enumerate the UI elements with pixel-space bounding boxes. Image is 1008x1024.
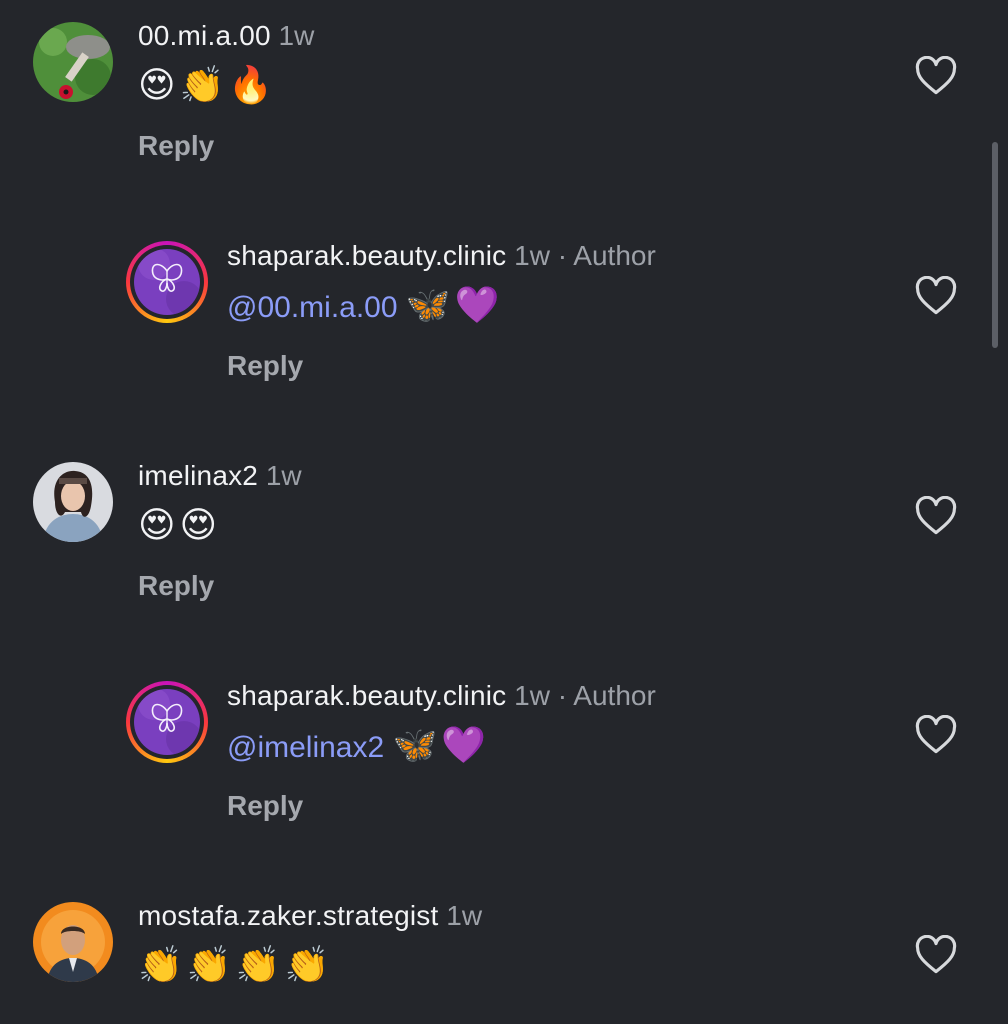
avatar[interactable] bbox=[126, 681, 208, 763]
author-badge: Author bbox=[573, 680, 656, 711]
mention-link[interactable]: @imelinax2 bbox=[227, 731, 384, 764]
timestamp: 1w bbox=[265, 460, 302, 491]
username[interactable]: 00.mi.a.00 bbox=[138, 20, 271, 51]
heart-icon[interactable] bbox=[915, 276, 957, 316]
separator: · bbox=[557, 680, 568, 711]
comment-text: 👏👏👏👏 bbox=[138, 944, 334, 985]
username[interactable]: imelinax2 bbox=[138, 460, 258, 491]
comment-text: 🦋💜 bbox=[405, 284, 504, 325]
butterfly-logo-icon bbox=[134, 249, 200, 315]
avatar[interactable] bbox=[33, 22, 113, 102]
separator: · bbox=[557, 240, 568, 271]
username[interactable]: shaparak.beauty.clinic bbox=[227, 240, 506, 271]
avatar[interactable] bbox=[33, 462, 113, 542]
heart-icon[interactable] bbox=[915, 56, 957, 96]
reply-button[interactable]: Reply bbox=[227, 790, 303, 822]
avatar[interactable] bbox=[126, 241, 208, 323]
heart-icon[interactable] bbox=[915, 935, 957, 975]
butterfly-logo-icon bbox=[134, 689, 200, 755]
reply-button[interactable]: Reply bbox=[138, 130, 214, 162]
heart-icon[interactable] bbox=[915, 715, 957, 755]
scrollbar[interactable] bbox=[992, 142, 998, 348]
comment-text: 🦋💜 bbox=[392, 724, 491, 765]
reply-button[interactable]: Reply bbox=[138, 570, 214, 602]
heart-icon[interactable] bbox=[915, 496, 957, 536]
author-badge: Author bbox=[573, 240, 656, 271]
comment-text: 😍👏🔥 bbox=[138, 64, 278, 105]
timestamp: 1w bbox=[446, 900, 483, 931]
comment-text: 😍😍 bbox=[138, 504, 222, 545]
timestamp: 1w bbox=[514, 680, 550, 711]
mention-link[interactable]: @00.mi.a.00 bbox=[227, 291, 398, 324]
username[interactable]: mostafa.zaker.strategist bbox=[138, 900, 438, 931]
avatar[interactable] bbox=[33, 902, 113, 982]
username[interactable]: shaparak.beauty.clinic bbox=[227, 680, 506, 711]
timestamp: 1w bbox=[278, 20, 315, 51]
timestamp: 1w bbox=[514, 240, 550, 271]
reply-button[interactable]: Reply bbox=[227, 350, 303, 382]
